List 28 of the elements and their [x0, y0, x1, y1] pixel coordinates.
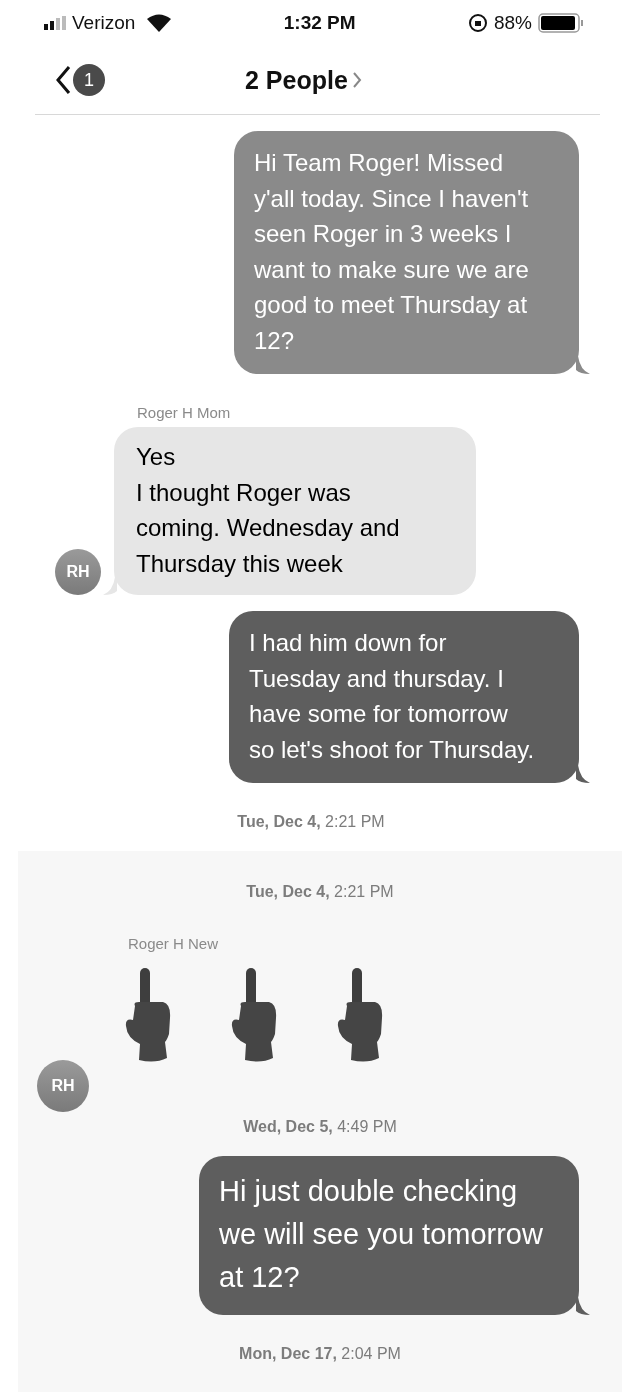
signal-icon	[44, 16, 66, 30]
battery-icon	[538, 13, 584, 33]
wifi-icon	[147, 14, 172, 32]
bubble-tail	[576, 356, 590, 375]
bubble-tail	[576, 765, 590, 784]
timestamp: Tue, Dec 4, 2:21 PM	[236, 813, 386, 832]
avatar: RH	[55, 549, 101, 596]
back-chevron-icon	[55, 65, 71, 95]
timestamp: Wed, Dec 5, 4:49 PM	[242, 1118, 398, 1137]
message-bubble: I had him down for Tuesday and thursday. I have some for tomorrow so let's shoot for Thursday.	[229, 611, 579, 784]
clock-time: 1:32 PM	[283, 12, 356, 34]
avatar: RH	[37, 1060, 89, 1113]
message-bubble: Hi just double checking we will see you tomorrow at 12?	[199, 1156, 579, 1315]
conversation-title[interactable]: 2 People	[245, 65, 362, 95]
chevron-right-icon	[351, 71, 362, 89]
battery-percent: 88%	[493, 12, 532, 34]
carrier-name: Verizon	[72, 12, 136, 34]
bubble-tail	[103, 577, 117, 596]
rotation-lock-icon	[467, 13, 488, 33]
timestamp: Tue, Dec 4, 2:21 PM	[245, 883, 395, 902]
back-button[interactable]: 1	[35, 64, 105, 96]
message-bubble: Yes I thought Roger was coming. Wednesday and Thursday this week	[114, 427, 476, 596]
bubble-tail	[576, 1297, 590, 1315]
sender-name: Roger H Mom	[137, 404, 232, 422]
timestamp: Mon, Dec 17, 2:04 PM	[238, 1345, 402, 1363]
sender-name: Roger H New	[128, 935, 220, 953]
message-bubble: Hi Team Roger! Missed y'all today. Since I haven't seen Roger in 3 weeks I want to make sure we are good to meet Thursday at 12?	[234, 131, 579, 375]
unread-badge: 1	[73, 64, 105, 96]
